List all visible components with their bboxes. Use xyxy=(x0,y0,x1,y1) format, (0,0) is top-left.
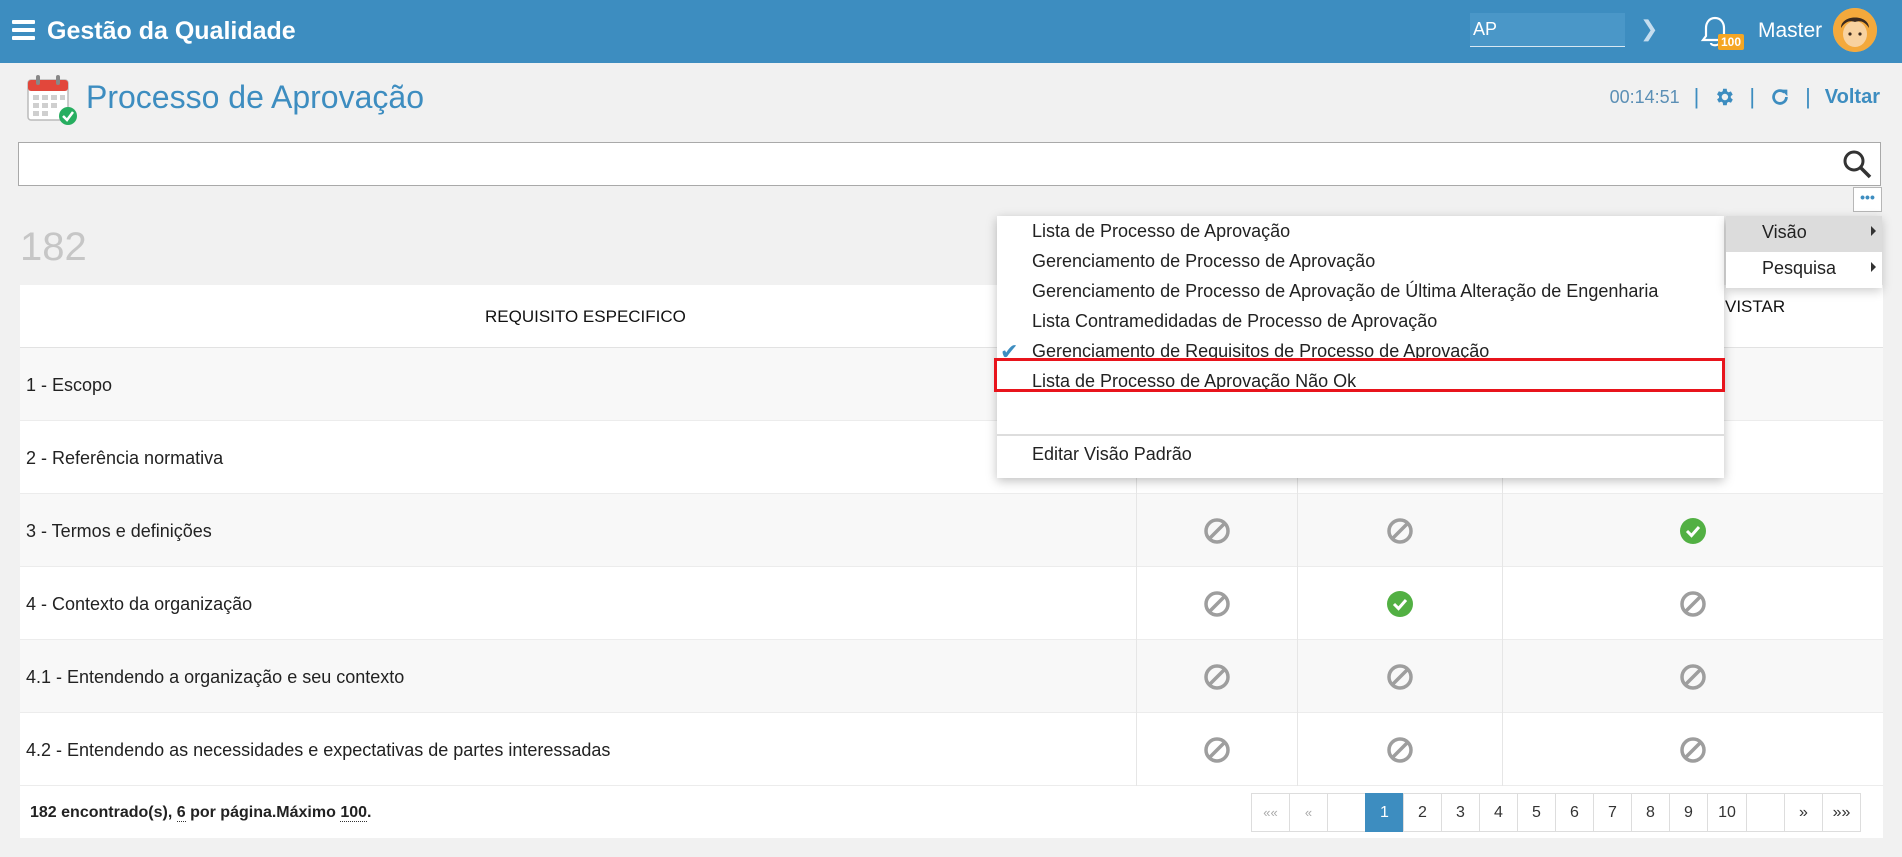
status-cell[interactable] xyxy=(1136,567,1297,640)
edit-default-view-item[interactable]: Editar Visão Padrão xyxy=(1032,444,1192,465)
last-page-button[interactable]: »» xyxy=(1822,793,1861,832)
avatar[interactable] xyxy=(1833,8,1877,52)
page-button[interactable]: 9 xyxy=(1669,793,1708,832)
status-cell[interactable] xyxy=(1297,640,1502,713)
page-button[interactable]: 8 xyxy=(1631,793,1670,832)
page-button[interactable]: 4 xyxy=(1479,793,1518,832)
pager-spacer xyxy=(1746,793,1785,832)
menu-item-pesquisa[interactable]: Pesquisa xyxy=(1726,252,1882,288)
period: . xyxy=(367,804,372,821)
divider: | xyxy=(1693,84,1700,109)
chevron-right-icon[interactable]: ❯ xyxy=(1640,16,1658,42)
blocked-icon[interactable] xyxy=(1203,517,1231,545)
column-header-requisito[interactable]: REQUISITO ESPECIFICO xyxy=(485,307,686,327)
divider: | xyxy=(1805,84,1811,109)
found-text: 182 encontrado(s), xyxy=(30,804,173,821)
check-circle-icon[interactable] xyxy=(1679,517,1707,545)
status-cell[interactable] xyxy=(1136,494,1297,567)
first-page-button[interactable]: «« xyxy=(1251,793,1290,832)
hamburger-menu-icon[interactable] xyxy=(12,20,35,40)
top-bar: Gestão da Qualidade ❯ 100 Master xyxy=(0,0,1902,63)
refresh-icon[interactable] xyxy=(1769,86,1791,108)
status-cell[interactable] xyxy=(1502,713,1883,786)
table-row[interactable]: 4.2 - Entendendo as necessidades e expec… xyxy=(20,713,1883,786)
page-button[interactable]: 1 xyxy=(1365,793,1404,832)
visao-menu-item[interactable]: Gerenciamento de Processo de Aprovação d… xyxy=(1032,281,1658,302)
gear-icon[interactable] xyxy=(1713,86,1735,108)
page-button[interactable]: 10 xyxy=(1707,793,1747,832)
back-link[interactable]: Voltar xyxy=(1825,86,1880,109)
divider: | xyxy=(1749,84,1756,109)
max-value[interactable]: 100 xyxy=(340,804,368,822)
search-icon[interactable] xyxy=(1842,149,1872,179)
status-cell[interactable] xyxy=(1136,640,1297,713)
session-timer: 00:14:51 xyxy=(1609,86,1680,107)
page-button[interactable]: 6 xyxy=(1555,793,1594,832)
menu-item-visao[interactable]: Visão xyxy=(1726,216,1882,252)
requirement-label: 3 - Termos e definições xyxy=(26,521,212,541)
page-button[interactable]: 5 xyxy=(1517,793,1556,832)
requirement-label: 2 - Referência normativa xyxy=(26,448,224,468)
column-header-partial[interactable]: VISTAR xyxy=(1725,297,1785,317)
per-page-value[interactable]: 6 xyxy=(176,804,186,822)
caret-right-icon xyxy=(1871,226,1876,236)
page-button[interactable]: 2 xyxy=(1403,793,1442,832)
requirement-label: 4.2 - Entendendo as necessidades e expec… xyxy=(26,740,611,760)
blocked-icon[interactable] xyxy=(1386,517,1414,545)
blocked-icon[interactable] xyxy=(1386,663,1414,691)
user-name[interactable]: Master xyxy=(1758,19,1822,43)
menu-divider xyxy=(997,434,1724,436)
more-options-button[interactable]: ••• xyxy=(1853,187,1882,212)
notification-badge: 100 xyxy=(1718,34,1745,50)
blocked-icon[interactable] xyxy=(1679,663,1707,691)
requirement-label: 1 - Escopo xyxy=(26,375,113,395)
header-actions: 00:14:51 | | | Voltar xyxy=(1610,84,1880,110)
app-title: Gestão da Qualidade xyxy=(47,17,296,45)
calendar-check-icon xyxy=(27,75,77,125)
next-page-button[interactable]: » xyxy=(1784,793,1823,832)
main-search-input[interactable] xyxy=(18,142,1881,186)
per-page-text: por página.Máximo xyxy=(190,804,336,821)
blocked-icon[interactable] xyxy=(1203,590,1231,618)
blocked-icon[interactable] xyxy=(1203,736,1231,764)
status-cell[interactable] xyxy=(1297,567,1502,640)
pagination: «« « 1 2 3 4 5 6 7 8 9 10 » »» xyxy=(1251,793,1861,832)
table-row[interactable]: 4 - Contexto da organização xyxy=(20,567,1883,640)
blocked-icon[interactable] xyxy=(1386,736,1414,764)
status-cell[interactable] xyxy=(1502,494,1883,567)
check-circle-icon[interactable] xyxy=(1386,590,1414,618)
visao-menu-item[interactable]: Lista de Processo de Aprovação xyxy=(1032,221,1290,242)
blocked-icon[interactable] xyxy=(1203,663,1231,691)
menu-item-pesquisa-label: Pesquisa xyxy=(1762,258,1837,278)
table-row[interactable]: 3 - Termos e definições xyxy=(20,494,1883,567)
status-cell[interactable] xyxy=(1502,567,1883,640)
blocked-icon[interactable] xyxy=(1679,590,1707,618)
quick-search-input[interactable] xyxy=(1470,13,1625,47)
pagination-summary: 182 encontrado(s), 6 por página.Máximo 1… xyxy=(30,804,371,822)
table-row[interactable]: 4.1 - Entendendo a organização e seu con… xyxy=(20,640,1883,713)
page-button[interactable]: 7 xyxy=(1593,793,1632,832)
visao-menu-item[interactable]: Gerenciamento de Processo de Aprovação xyxy=(1032,251,1375,272)
result-count: 182 xyxy=(20,225,87,269)
menu-item-visao-label: Visão xyxy=(1762,222,1807,242)
table-footer: 182 encontrado(s), 6 por página.Máximo 1… xyxy=(20,786,1883,838)
visao-menu-item[interactable]: Lista Contramedidadas de Processo de Apr… xyxy=(1032,311,1437,332)
status-cell[interactable] xyxy=(1502,640,1883,713)
requirement-label: 4.1 - Entendendo a organização e seu con… xyxy=(26,667,405,687)
status-cell[interactable] xyxy=(1297,713,1502,786)
prev-page-button[interactable]: « xyxy=(1289,793,1328,832)
visao-submenu: Lista de Processo de Aprovação Gerenciame… xyxy=(994,216,1725,478)
selected-item-highlight xyxy=(994,358,1725,392)
status-cell[interactable] xyxy=(1297,494,1502,567)
requirement-label: 4 - Contexto da organização xyxy=(26,594,253,614)
pager-spacer xyxy=(1327,793,1366,832)
page-button[interactable]: 3 xyxy=(1441,793,1480,832)
page-title: Processo de Aprovação xyxy=(86,79,424,115)
page-number-list: 1 2 3 4 5 6 7 8 9 10 xyxy=(1365,793,1747,832)
blocked-icon[interactable] xyxy=(1679,736,1707,764)
options-menu: Visão Pesquisa xyxy=(1726,216,1882,288)
status-cell[interactable] xyxy=(1136,713,1297,786)
caret-right-icon xyxy=(1871,262,1876,272)
